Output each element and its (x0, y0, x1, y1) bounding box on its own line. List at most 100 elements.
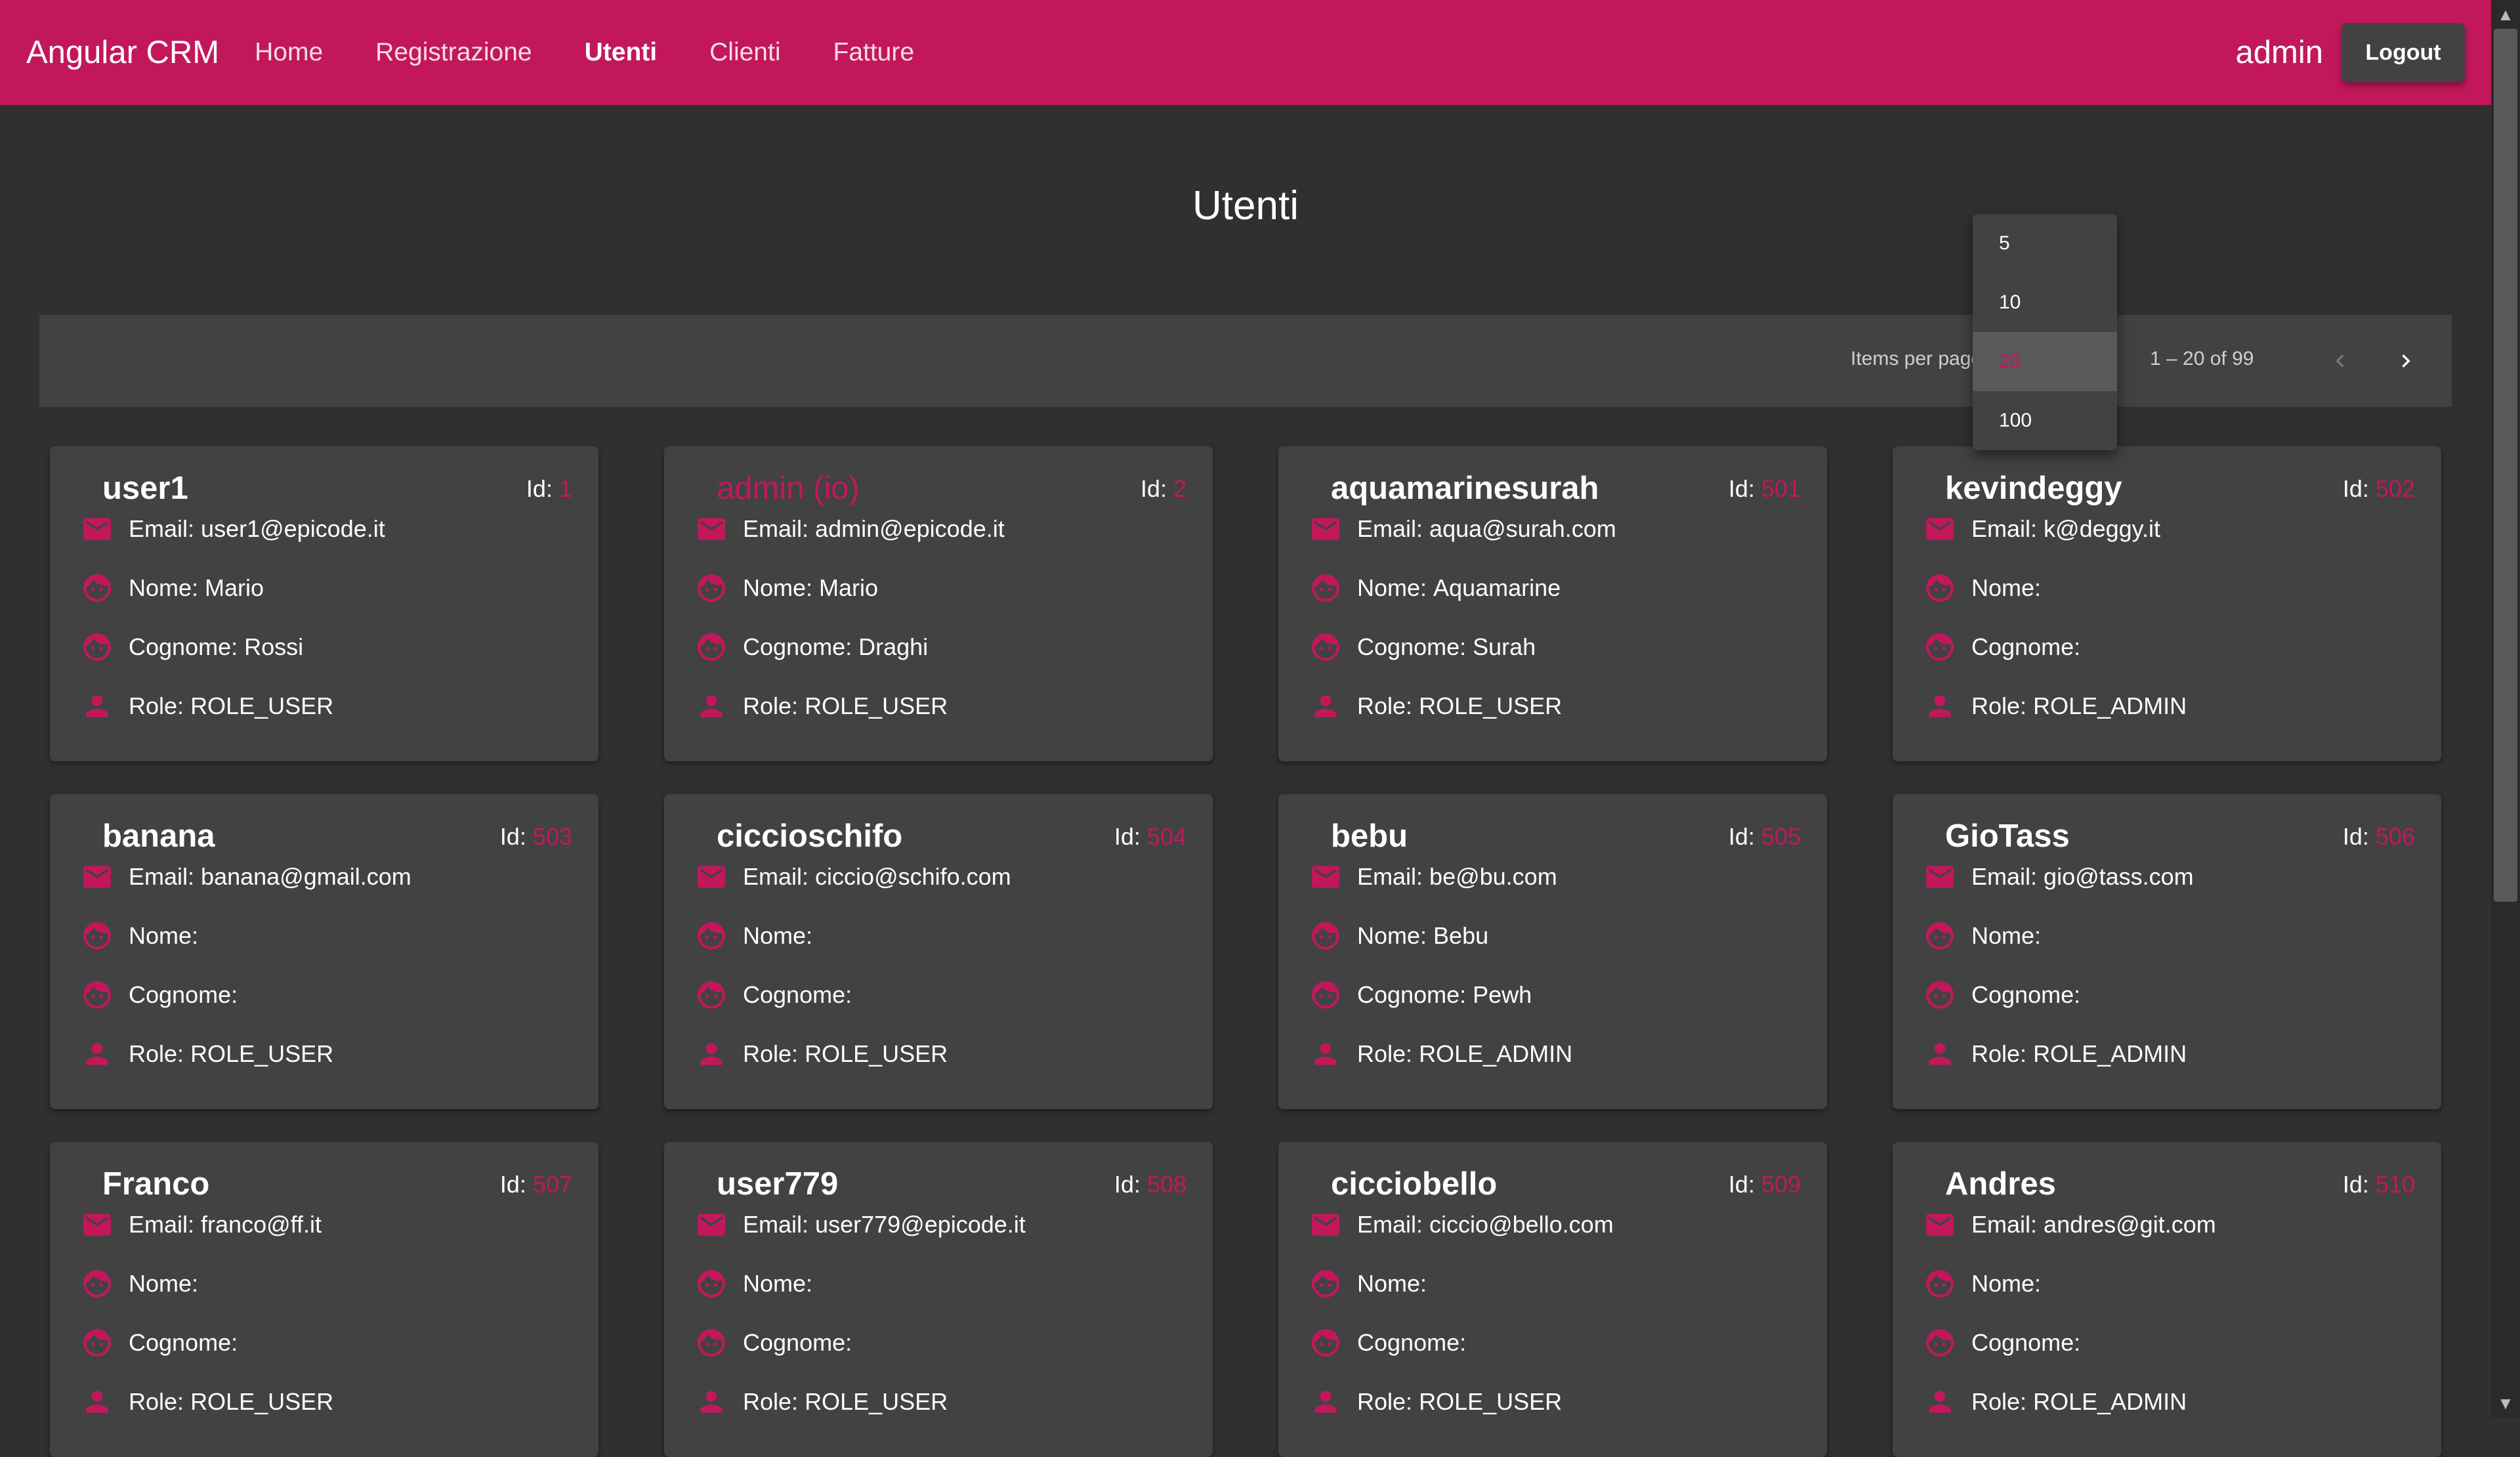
nav-home[interactable]: Home (255, 38, 323, 67)
user-card: Franco Id: 507 Email: franco@ff.it Nome: Co… (50, 1142, 598, 1457)
user-card: ciccioschifo Id: 504 Email: ciccio@schifo.… (664, 794, 1213, 1109)
email-value: ciccio@bello.com (1429, 1211, 1614, 1238)
email-row: Email: aqua@surah.com (1307, 509, 1616, 549)
user-card-username: Andres (1945, 1166, 2056, 1202)
nome-label: Nome: (1971, 574, 2042, 601)
id-value: 509 (1761, 1171, 1801, 1198)
nav-registrazione[interactable]: Registrazione (375, 38, 532, 67)
scroll-up-arrow[interactable]: ▲ (2491, 0, 2520, 29)
cognome-label: Cognome: (743, 1329, 852, 1356)
cognome-row: Cognome: Rossi (79, 627, 303, 667)
cognome-label: Cognome: (1357, 981, 1467, 1008)
cognome-row: Cognome: (79, 1323, 244, 1362)
scroll-thumb[interactable] (2494, 29, 2517, 902)
face-icon (79, 629, 116, 665)
user-card-username: ciccioschifo (717, 818, 903, 854)
mail-icon (693, 511, 730, 547)
page-size-option-5[interactable]: 5 (1973, 214, 2117, 273)
face-icon (693, 629, 730, 665)
id-label: Id: (2342, 1171, 2369, 1198)
cognome-label: Cognome: (743, 981, 852, 1008)
mail-icon (1922, 1206, 1958, 1243)
role-label: Role: (1357, 1040, 1413, 1067)
nome-label: Nome: (129, 922, 199, 949)
cognome-value: Surah (1473, 633, 1536, 660)
face-icon (1922, 570, 1958, 606)
role-row: Role: ROLE_USER (1307, 1382, 1562, 1422)
role-row: Role: ROLE_USER (693, 1034, 948, 1074)
role-value: ROLE_USER (805, 1040, 948, 1067)
role-label: Role: (743, 1040, 799, 1067)
user-card: cicciobello Id: 509 Email: ciccio@bello.co… (1278, 1142, 1827, 1457)
cognome-row: Cognome: Surah (1307, 627, 1536, 667)
email-value: admin@epicode.it (815, 515, 1005, 542)
face-icon (1922, 918, 1958, 954)
current-username: admin (2235, 35, 2323, 70)
mail-icon (79, 511, 116, 547)
nav-utenti[interactable]: Utenti (585, 38, 658, 67)
role-row: Role: ROLE_USER (693, 686, 948, 726)
person-icon (79, 1383, 116, 1420)
face-icon (1307, 918, 1344, 954)
nome-row: Nome: Aquamarine (1307, 568, 1561, 608)
page-size-dropdown: 5 10 20 100 (1973, 214, 2117, 450)
role-row: Role: ROLE_USER (693, 1382, 948, 1422)
person-icon (1922, 1383, 1958, 1420)
nome-label: Nome: (743, 574, 813, 601)
email-value: gio@tass.com (2044, 863, 2194, 890)
mail-icon (79, 858, 116, 895)
face-icon (79, 570, 116, 606)
face-icon (79, 1324, 116, 1361)
person-icon (1307, 1036, 1344, 1072)
email-label: Email: (1357, 1211, 1423, 1238)
face-icon (79, 977, 116, 1013)
id-value: 2 (1173, 475, 1186, 502)
user-card: user779 Id: 508 Email: user779@epicode.it N… (664, 1142, 1213, 1457)
user-card-username: GioTass (1945, 818, 2070, 854)
scroll-down-arrow[interactable]: ▼ (2491, 1389, 2520, 1418)
face-icon (693, 1265, 730, 1302)
id-label: Id: (2342, 475, 2369, 502)
face-icon (1922, 629, 1958, 665)
nome-label: Nome: (743, 922, 813, 949)
nome-label: Nome: (1971, 922, 2042, 949)
cognome-label: Cognome: (1357, 633, 1467, 660)
role-label: Role: (129, 692, 184, 719)
page-size-option-10[interactable]: 10 (1973, 273, 2117, 332)
role-row: Role: ROLE_ADMIN (1922, 686, 2187, 726)
person-icon (693, 688, 730, 725)
logout-button[interactable]: Logout (2342, 23, 2465, 82)
nav-clienti[interactable]: Clienti (709, 38, 780, 67)
mail-icon (1922, 511, 1958, 547)
user-card-id: Id: 501 (1729, 475, 1801, 503)
user-card-id: Id: 1 (526, 475, 572, 503)
next-page-button[interactable] (2380, 335, 2432, 387)
role-label: Role: (743, 1388, 799, 1415)
user-card: aquamarinesurah Id: 501 Email: aqua@surah.… (1278, 446, 1827, 761)
id-label: Id: (1728, 1171, 1755, 1198)
page-size-option-20[interactable]: 20 (1973, 332, 2117, 391)
email-row: Email: franco@ff.it (79, 1205, 322, 1244)
role-row: Role: ROLE_ADMIN (1922, 1382, 2187, 1422)
person-icon (1922, 688, 1958, 725)
cognome-row: Cognome: (693, 1323, 858, 1362)
user-cards-grid: user1 Id: 1 Email: user1@epicode.it Nome: M… (50, 446, 2441, 1457)
id-label: Id: (1140, 475, 1167, 502)
mail-icon (79, 1206, 116, 1243)
role-row: Role: ROLE_ADMIN (1922, 1034, 2187, 1074)
role-row: Role: ROLE_USER (79, 1382, 333, 1422)
user-card-username: aquamarinesurah (1331, 471, 1599, 506)
previous-page-button[interactable] (2314, 335, 2366, 387)
email-row: Email: gio@tass.com (1922, 857, 2194, 897)
page-scrollbar[interactable]: ▲ ▼ (2491, 0, 2520, 1418)
app-title[interactable]: Angular CRM (26, 34, 219, 71)
mail-icon (1307, 1206, 1344, 1243)
id-value: 508 (1146, 1171, 1186, 1198)
page-size-option-100[interactable]: 100 (1973, 391, 2117, 450)
user-card: bebu Id: 505 Email: be@bu.com Nome: Bebu Cog… (1278, 794, 1827, 1109)
cognome-row: Cognome: Pewh (1307, 975, 1532, 1015)
id-label: Id: (526, 475, 553, 502)
nome-value: Mario (205, 574, 264, 601)
nav-fatture[interactable]: Fatture (833, 38, 915, 67)
face-icon (693, 918, 730, 954)
